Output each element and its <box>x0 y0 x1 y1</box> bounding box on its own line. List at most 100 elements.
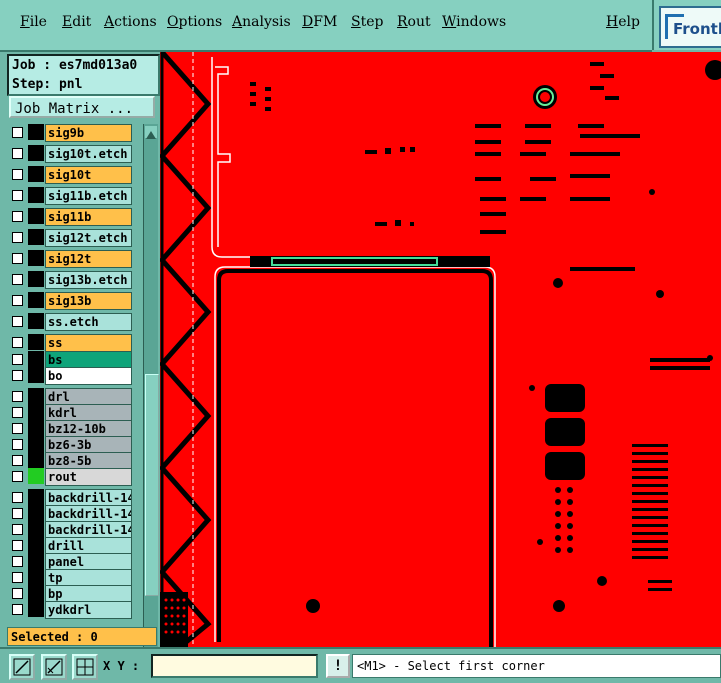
layer-name[interactable]: sig13b <box>45 292 132 310</box>
layer-row[interactable]: bo <box>8 367 132 385</box>
layer-color-swatch[interactable] <box>28 367 44 383</box>
layer-row[interactable]: sig10t <box>8 166 132 184</box>
menu-step[interactable]: Step <box>351 14 383 30</box>
layer-color-swatch[interactable] <box>28 489 44 505</box>
layer-checkbox[interactable] <box>12 492 23 503</box>
layer-color-swatch[interactable] <box>28 313 44 329</box>
layer-color-swatch[interactable] <box>28 145 44 161</box>
layer-name[interactable]: sig12t.etch <box>45 229 132 247</box>
layer-name[interactable]: rout <box>45 468 132 486</box>
layer-row[interactable]: sig10t.etch <box>8 145 132 163</box>
layer-color-swatch[interactable] <box>28 553 44 569</box>
layer-checkbox[interactable] <box>12 127 23 138</box>
layer-row[interactable]: ss <box>8 334 132 352</box>
menu-file[interactable]: File <box>20 14 47 30</box>
menu-windows[interactable]: Windows <box>442 14 506 30</box>
layer-color-swatch[interactable] <box>28 468 44 484</box>
layer-color-swatch[interactable] <box>28 334 44 350</box>
layer-scrollbar[interactable] <box>143 124 159 674</box>
layer-row[interactable]: ss.etch <box>8 313 132 331</box>
xy-input[interactable] <box>151 654 318 678</box>
layer-color-swatch[interactable] <box>28 166 44 182</box>
layer-color-swatch[interactable] <box>28 229 44 245</box>
layer-name[interactable]: sig11b <box>45 208 132 226</box>
layer-name[interactable]: bo <box>45 367 132 385</box>
layer-checkbox[interactable] <box>12 253 23 264</box>
layer-checkbox[interactable] <box>12 190 23 201</box>
menu-options[interactable]: Options <box>167 14 222 30</box>
layer-checkbox[interactable] <box>12 354 23 365</box>
layer-color-swatch[interactable] <box>28 388 44 404</box>
zoom-area-icon[interactable] <box>9 654 35 680</box>
scroll-up-icon[interactable] <box>145 126 157 139</box>
layer-color-swatch[interactable] <box>28 124 44 140</box>
layer-checkbox[interactable] <box>12 232 23 243</box>
layer-color-swatch[interactable] <box>28 601 44 617</box>
layer-name[interactable]: sig11b.etch <box>45 187 132 205</box>
layer-checkbox[interactable] <box>12 337 23 348</box>
layer-name[interactable]: ss <box>45 334 132 352</box>
menu-help[interactable]: Help <box>606 14 640 30</box>
layer-color-swatch[interactable] <box>28 521 44 537</box>
layer-checkbox[interactable] <box>12 572 23 583</box>
layer-checkbox[interactable] <box>12 508 23 519</box>
layer-color-swatch[interactable] <box>28 436 44 452</box>
layer-color-swatch[interactable] <box>28 537 44 553</box>
layer-color-swatch[interactable] <box>28 271 44 287</box>
layer-checkbox[interactable] <box>12 274 23 285</box>
layer-row[interactable]: ydkdrl <box>8 601 132 619</box>
layer-name[interactable]: sig13b.etch <box>45 271 132 289</box>
layer-name[interactable]: sig12t <box>45 250 132 268</box>
layer-checkbox[interactable] <box>12 316 23 327</box>
layer-checkbox[interactable] <box>12 540 23 551</box>
layer-checkbox[interactable] <box>12 391 23 402</box>
menu-actions[interactable]: Actions <box>104 14 157 30</box>
layer-row[interactable]: sig12t <box>8 250 132 268</box>
layer-checkbox[interactable] <box>12 556 23 567</box>
layer-color-swatch[interactable] <box>28 208 44 224</box>
layer-checkbox[interactable] <box>12 588 23 599</box>
layer-checkbox[interactable] <box>12 169 23 180</box>
layer-name[interactable]: ydkdrl <box>45 601 132 619</box>
layer-checkbox[interactable] <box>12 148 23 159</box>
menu-analysis[interactable]: Analysis <box>232 14 291 30</box>
layer-checkbox[interactable] <box>12 407 23 418</box>
layer-name[interactable]: ss.etch <box>45 313 132 331</box>
layer-checkbox[interactable] <box>12 423 23 434</box>
scroll-thumb[interactable] <box>145 374 159 596</box>
layer-row[interactable]: rout <box>8 468 132 486</box>
measure-icon[interactable] <box>41 654 67 680</box>
layer-color-swatch[interactable] <box>28 569 44 585</box>
layer-name[interactable]: sig10t.etch <box>45 145 132 163</box>
layer-name[interactable]: sig10t <box>45 166 132 184</box>
layer-checkbox[interactable] <box>12 211 23 222</box>
layer-checkbox[interactable] <box>12 295 23 306</box>
layer-checkbox[interactable] <box>12 524 23 535</box>
layer-row[interactable]: sig13b.etch <box>8 271 132 289</box>
exclaim-button[interactable]: ! <box>326 654 350 678</box>
layer-checkbox[interactable] <box>12 604 23 615</box>
layer-name[interactable]: sig9b <box>45 124 132 142</box>
layer-color-swatch[interactable] <box>28 250 44 266</box>
grid-icon[interactable] <box>72 654 98 680</box>
layer-row[interactable]: sig13b <box>8 292 132 310</box>
layer-color-swatch[interactable] <box>28 404 44 420</box>
layer-row[interactable]: sig11b <box>8 208 132 226</box>
layer-checkbox[interactable] <box>12 370 23 381</box>
layer-row[interactable]: sig12t.etch <box>8 229 132 247</box>
layer-row[interactable]: sig9b <box>8 124 132 142</box>
menu-edit[interactable]: Edit <box>62 14 91 30</box>
layer-checkbox[interactable] <box>12 471 23 482</box>
menu-dfm[interactable]: DFM <box>302 14 337 30</box>
layer-row[interactable]: sig11b.etch <box>8 187 132 205</box>
layer-checkbox[interactable] <box>12 455 23 466</box>
layer-color-swatch[interactable] <box>28 351 44 367</box>
job-matrix-button[interactable]: Job Matrix ... <box>9 96 155 118</box>
layer-color-swatch[interactable] <box>28 187 44 203</box>
layer-color-swatch[interactable] <box>28 452 44 468</box>
layer-color-swatch[interactable] <box>28 292 44 308</box>
layer-checkbox[interactable] <box>12 439 23 450</box>
graphics-canvas[interactable] <box>160 52 721 647</box>
menu-rout[interactable]: Rout <box>397 14 431 30</box>
layer-color-swatch[interactable] <box>28 420 44 436</box>
